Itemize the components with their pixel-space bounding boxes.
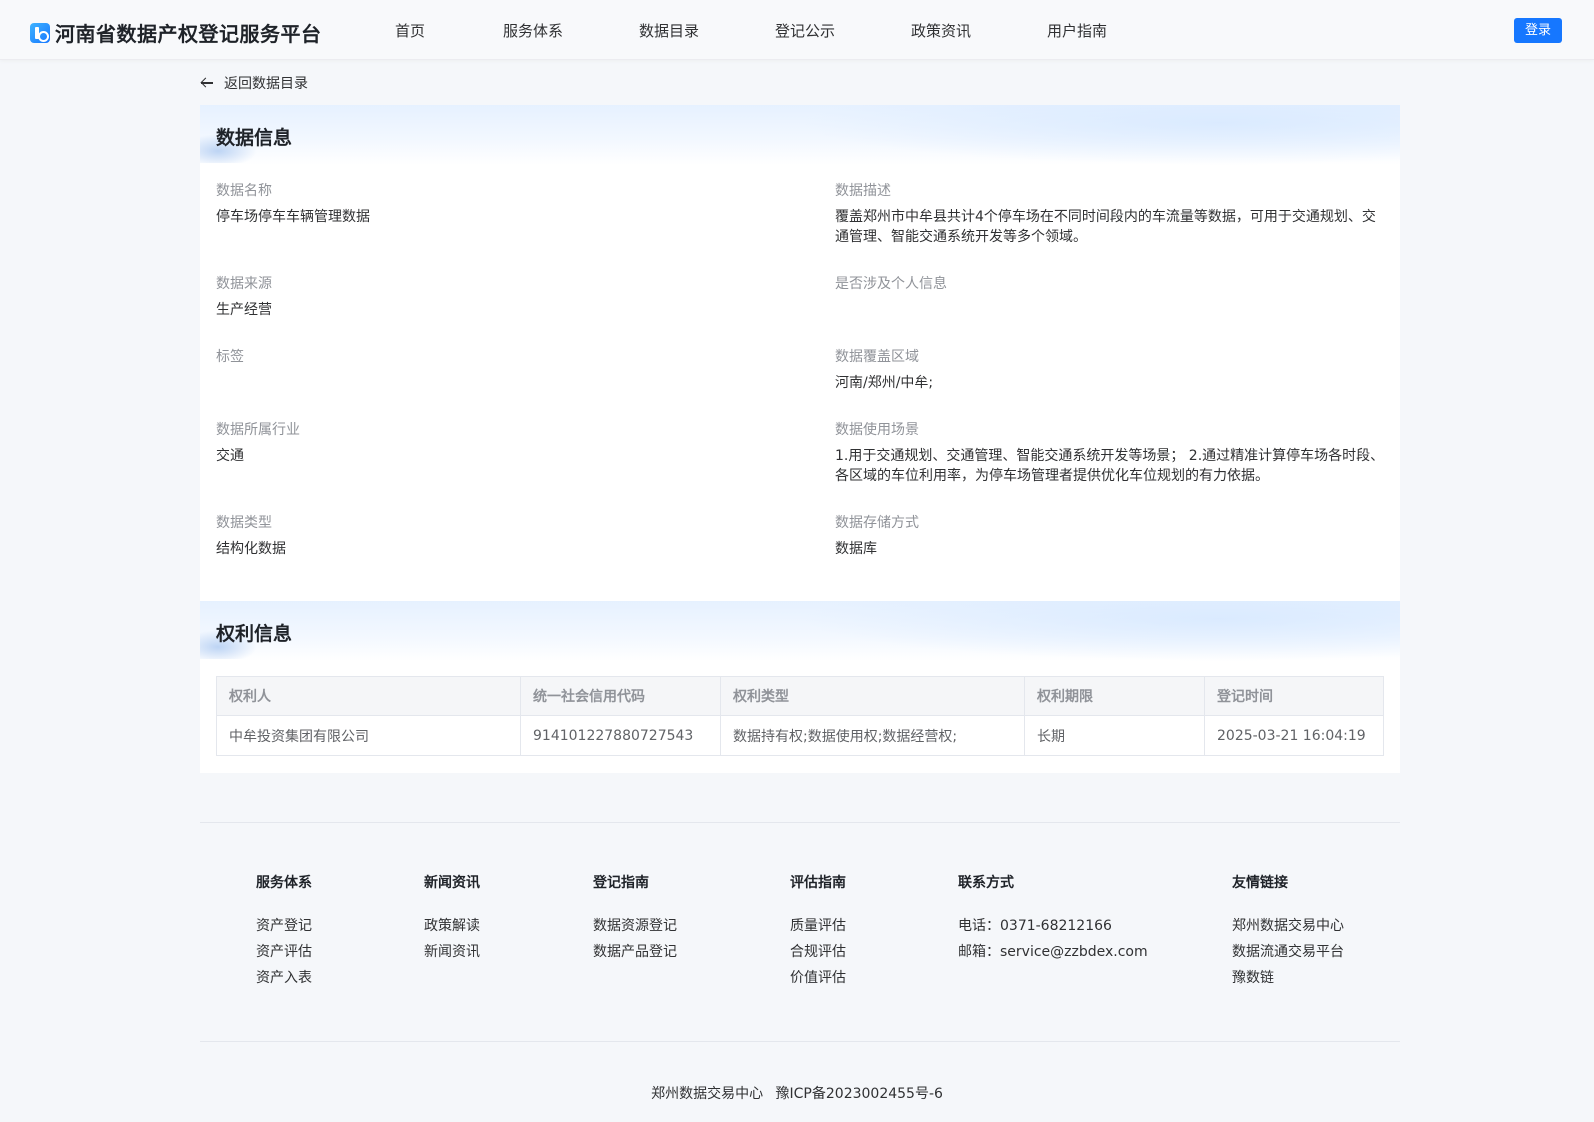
- field-value: 河南/郑州/中牟;: [835, 375, 934, 391]
- field-value: 生产经营: [216, 302, 272, 318]
- table-header-row: 权利人 统一社会信用代码 权利类型 权利期限 登记时间: [216, 676, 1384, 716]
- footer-link[interactable]: 合规评估: [790, 939, 846, 965]
- footer-link[interactable]: 数据流通交易平台: [1232, 939, 1344, 965]
- footer-link[interactable]: 资产评估: [256, 939, 312, 965]
- footer-link[interactable]: 政策解读: [424, 913, 480, 939]
- org-name: 郑州数据交易中心: [651, 1086, 764, 1102]
- footer-col-contact: 联系方式 电话：0371-68212166 邮箱：service@zzbdex.…: [958, 873, 1148, 965]
- column-header: 统一社会信用代码: [520, 676, 721, 716]
- field-label: 是否涉及个人信息: [835, 276, 947, 292]
- contact-phone: 电话：0371-68212166: [958, 918, 1112, 934]
- footer-link[interactable]: 新闻资讯: [424, 939, 480, 965]
- field-label: 数据类型: [216, 515, 272, 531]
- footer-col-title: 服务体系: [256, 875, 312, 891]
- copyright-bar: 郑州数据交易中心 豫ICP备2023002455号-6: [0, 1083, 1594, 1103]
- nav-services[interactable]: 服务体系: [503, 20, 563, 41]
- field-value: 1.用于交通规划、交通管理、智能交通系统开发等场景； 2.通过精准计算停车场各时…: [835, 448, 1385, 484]
- footer-link[interactable]: 质量评估: [790, 913, 846, 939]
- rights-table: 权利人 统一社会信用代码 权利类型 权利期限 登记时间 中牟投资集团有限公司 9…: [216, 676, 1384, 756]
- site-logo[interactable]: 河南省数据产权登记服务平台: [30, 18, 322, 47]
- table-cell: 中牟投资集团有限公司: [216, 715, 521, 756]
- logo-icon: [30, 22, 50, 43]
- footer-link[interactable]: 豫数链: [1232, 965, 1344, 991]
- field-value: 停车场停车车辆管理数据: [216, 209, 370, 225]
- nav-registration-notice[interactable]: 登记公示: [775, 20, 835, 41]
- contact-email: 邮箱：service@zzbdex.com: [958, 944, 1148, 960]
- rights-info-title: 权利信息: [216, 623, 293, 645]
- table-cell: 914101227880727543: [520, 715, 721, 756]
- footer-link[interactable]: 价值评估: [790, 965, 846, 991]
- field-personal-info: 是否涉及个人信息: [835, 274, 1385, 300]
- field-label: 数据存储方式: [835, 515, 919, 531]
- footer-divider: [200, 1041, 1400, 1042]
- footer-col-title: 联系方式: [958, 875, 1014, 891]
- nav-user-guide[interactable]: 用户指南: [1047, 20, 1107, 41]
- footer-link[interactable]: 资产登记: [256, 913, 312, 939]
- login-button[interactable]: 登录: [1514, 18, 1562, 43]
- field-label: 数据所属行业: [216, 422, 300, 438]
- rights-info-header: 权利信息: [200, 601, 1400, 661]
- site-title: 河南省数据产权登记服务平台: [55, 22, 322, 46]
- footer-col-friendly-links: 友情链接 郑州数据交易中心 数据流通交易平台 豫数链: [1232, 873, 1344, 991]
- table-row: 中牟投资集团有限公司 914101227880727543 数据持有权;数据使用…: [216, 715, 1384, 756]
- footer-col-registration-guide: 登记指南 数据资源登记 数据产品登记: [593, 873, 677, 965]
- footer-col-title: 登记指南: [593, 875, 649, 891]
- field-storage-method: 数据存储方式 数据库: [835, 513, 1385, 559]
- nav-home[interactable]: 首页: [395, 20, 425, 41]
- field-value: 数据库: [835, 541, 877, 557]
- field-data-name: 数据名称 停车场停车车辆管理数据: [216, 181, 766, 227]
- back-label: 返回数据目录: [224, 76, 308, 92]
- column-header: 权利类型: [720, 676, 1025, 716]
- top-header: 河南省数据产权登记服务平台 首页 服务体系 数据目录 登记公示 政策资讯 用户指…: [0, 0, 1594, 60]
- field-industry: 数据所属行业 交通: [216, 420, 766, 466]
- data-info-panel: 数据信息 数据名称 停车场停车车辆管理数据 数据描述 覆盖郑州市中牟县共计4个停…: [200, 105, 1400, 601]
- field-data-type: 数据类型 结构化数据: [216, 513, 766, 559]
- table-cell: 长期: [1024, 715, 1205, 756]
- field-value: 覆盖郑州市中牟县共计4个停车场在不同时间段内的车流量等数据，可用于交通规划、交通…: [835, 209, 1376, 245]
- field-label: 数据使用场景: [835, 422, 919, 438]
- back-link[interactable]: 返回数据目录: [200, 73, 308, 93]
- footer-col-title: 新闻资讯: [424, 875, 480, 891]
- rights-info-panel: 权利信息 权利人 统一社会信用代码 权利类型 权利期限 登记时间 中牟投资集团有…: [200, 601, 1400, 773]
- footer-col-services: 服务体系 资产登记 资产评估 资产入表: [256, 873, 312, 991]
- footer-col-news: 新闻资讯 政策解读 新闻资讯: [424, 873, 480, 965]
- nav-policy-news[interactable]: 政策资讯: [911, 20, 971, 41]
- field-label: 数据名称: [216, 183, 272, 199]
- footer-col-evaluation-guide: 评估指南 质量评估 合规评估 价值评估: [790, 873, 846, 991]
- column-header: 权利人: [216, 676, 521, 716]
- data-info-title: 数据信息: [216, 127, 293, 149]
- footer-link[interactable]: 数据资源登记: [593, 913, 677, 939]
- table-cell: 数据持有权;数据使用权;数据经营权;: [720, 715, 1025, 756]
- field-label: 数据来源: [216, 276, 272, 292]
- footer-col-title: 评估指南: [790, 875, 846, 891]
- table-cell: 2025-03-21 16:04:19: [1204, 715, 1384, 756]
- field-value: 结构化数据: [216, 541, 286, 557]
- field-coverage-area: 数据覆盖区域 河南/郑州/中牟;: [835, 347, 1385, 393]
- column-header: 登记时间: [1204, 676, 1384, 716]
- column-header: 权利期限: [1024, 676, 1205, 716]
- field-tags: 标签: [216, 347, 766, 373]
- field-label: 数据描述: [835, 183, 891, 199]
- footer-link[interactable]: 郑州数据交易中心: [1232, 913, 1344, 939]
- nav-data-catalog[interactable]: 数据目录: [639, 20, 699, 41]
- footer-link[interactable]: 数据产品登记: [593, 939, 677, 965]
- field-data-description: 数据描述 覆盖郑州市中牟县共计4个停车场在不同时间段内的车流量等数据，可用于交通…: [835, 181, 1385, 247]
- icp-link[interactable]: 豫ICP备2023002455号-6: [776, 1086, 943, 1102]
- field-value: 交通: [216, 448, 244, 464]
- field-usage-scenario: 数据使用场景 1.用于交通规划、交通管理、智能交通系统开发等场景； 2.通过精准…: [835, 420, 1385, 486]
- field-label: 数据覆盖区域: [835, 349, 919, 365]
- data-info-header: 数据信息: [200, 105, 1400, 165]
- footer-col-title: 友情链接: [1232, 875, 1288, 891]
- field-label: 标签: [216, 349, 244, 365]
- field-data-source: 数据来源 生产经营: [216, 274, 766, 320]
- footer-link[interactable]: 资产入表: [256, 965, 312, 991]
- arrow-left-icon: [200, 76, 214, 90]
- footer-divider: [200, 822, 1400, 823]
